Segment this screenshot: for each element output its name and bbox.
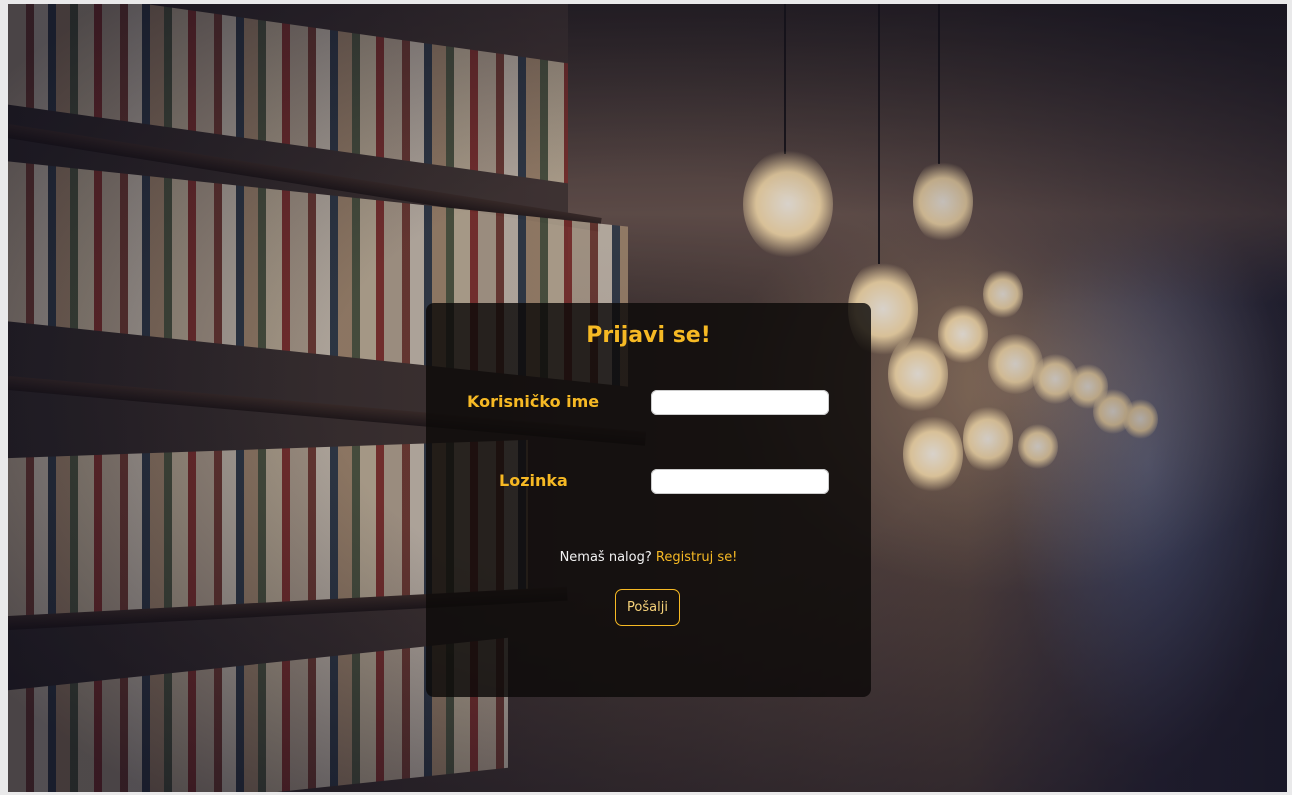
submit-button[interactable]: Pošalji: [615, 589, 680, 626]
login-title: Prijavi se!: [586, 323, 711, 348]
password-label: Lozinka: [499, 471, 568, 490]
register-prompt: Nemaš nalog? Registruj se!: [426, 550, 871, 565]
username-label: Korisničko ime: [467, 392, 600, 411]
no-account-text: Nemaš nalog?: [559, 550, 652, 565]
login-card: Prijavi se! Korisničko ime Lozinka Nemaš…: [426, 303, 871, 697]
username-input[interactable]: [651, 390, 829, 415]
register-link[interactable]: Registruj se!: [656, 550, 738, 565]
password-input[interactable]: [651, 469, 829, 494]
